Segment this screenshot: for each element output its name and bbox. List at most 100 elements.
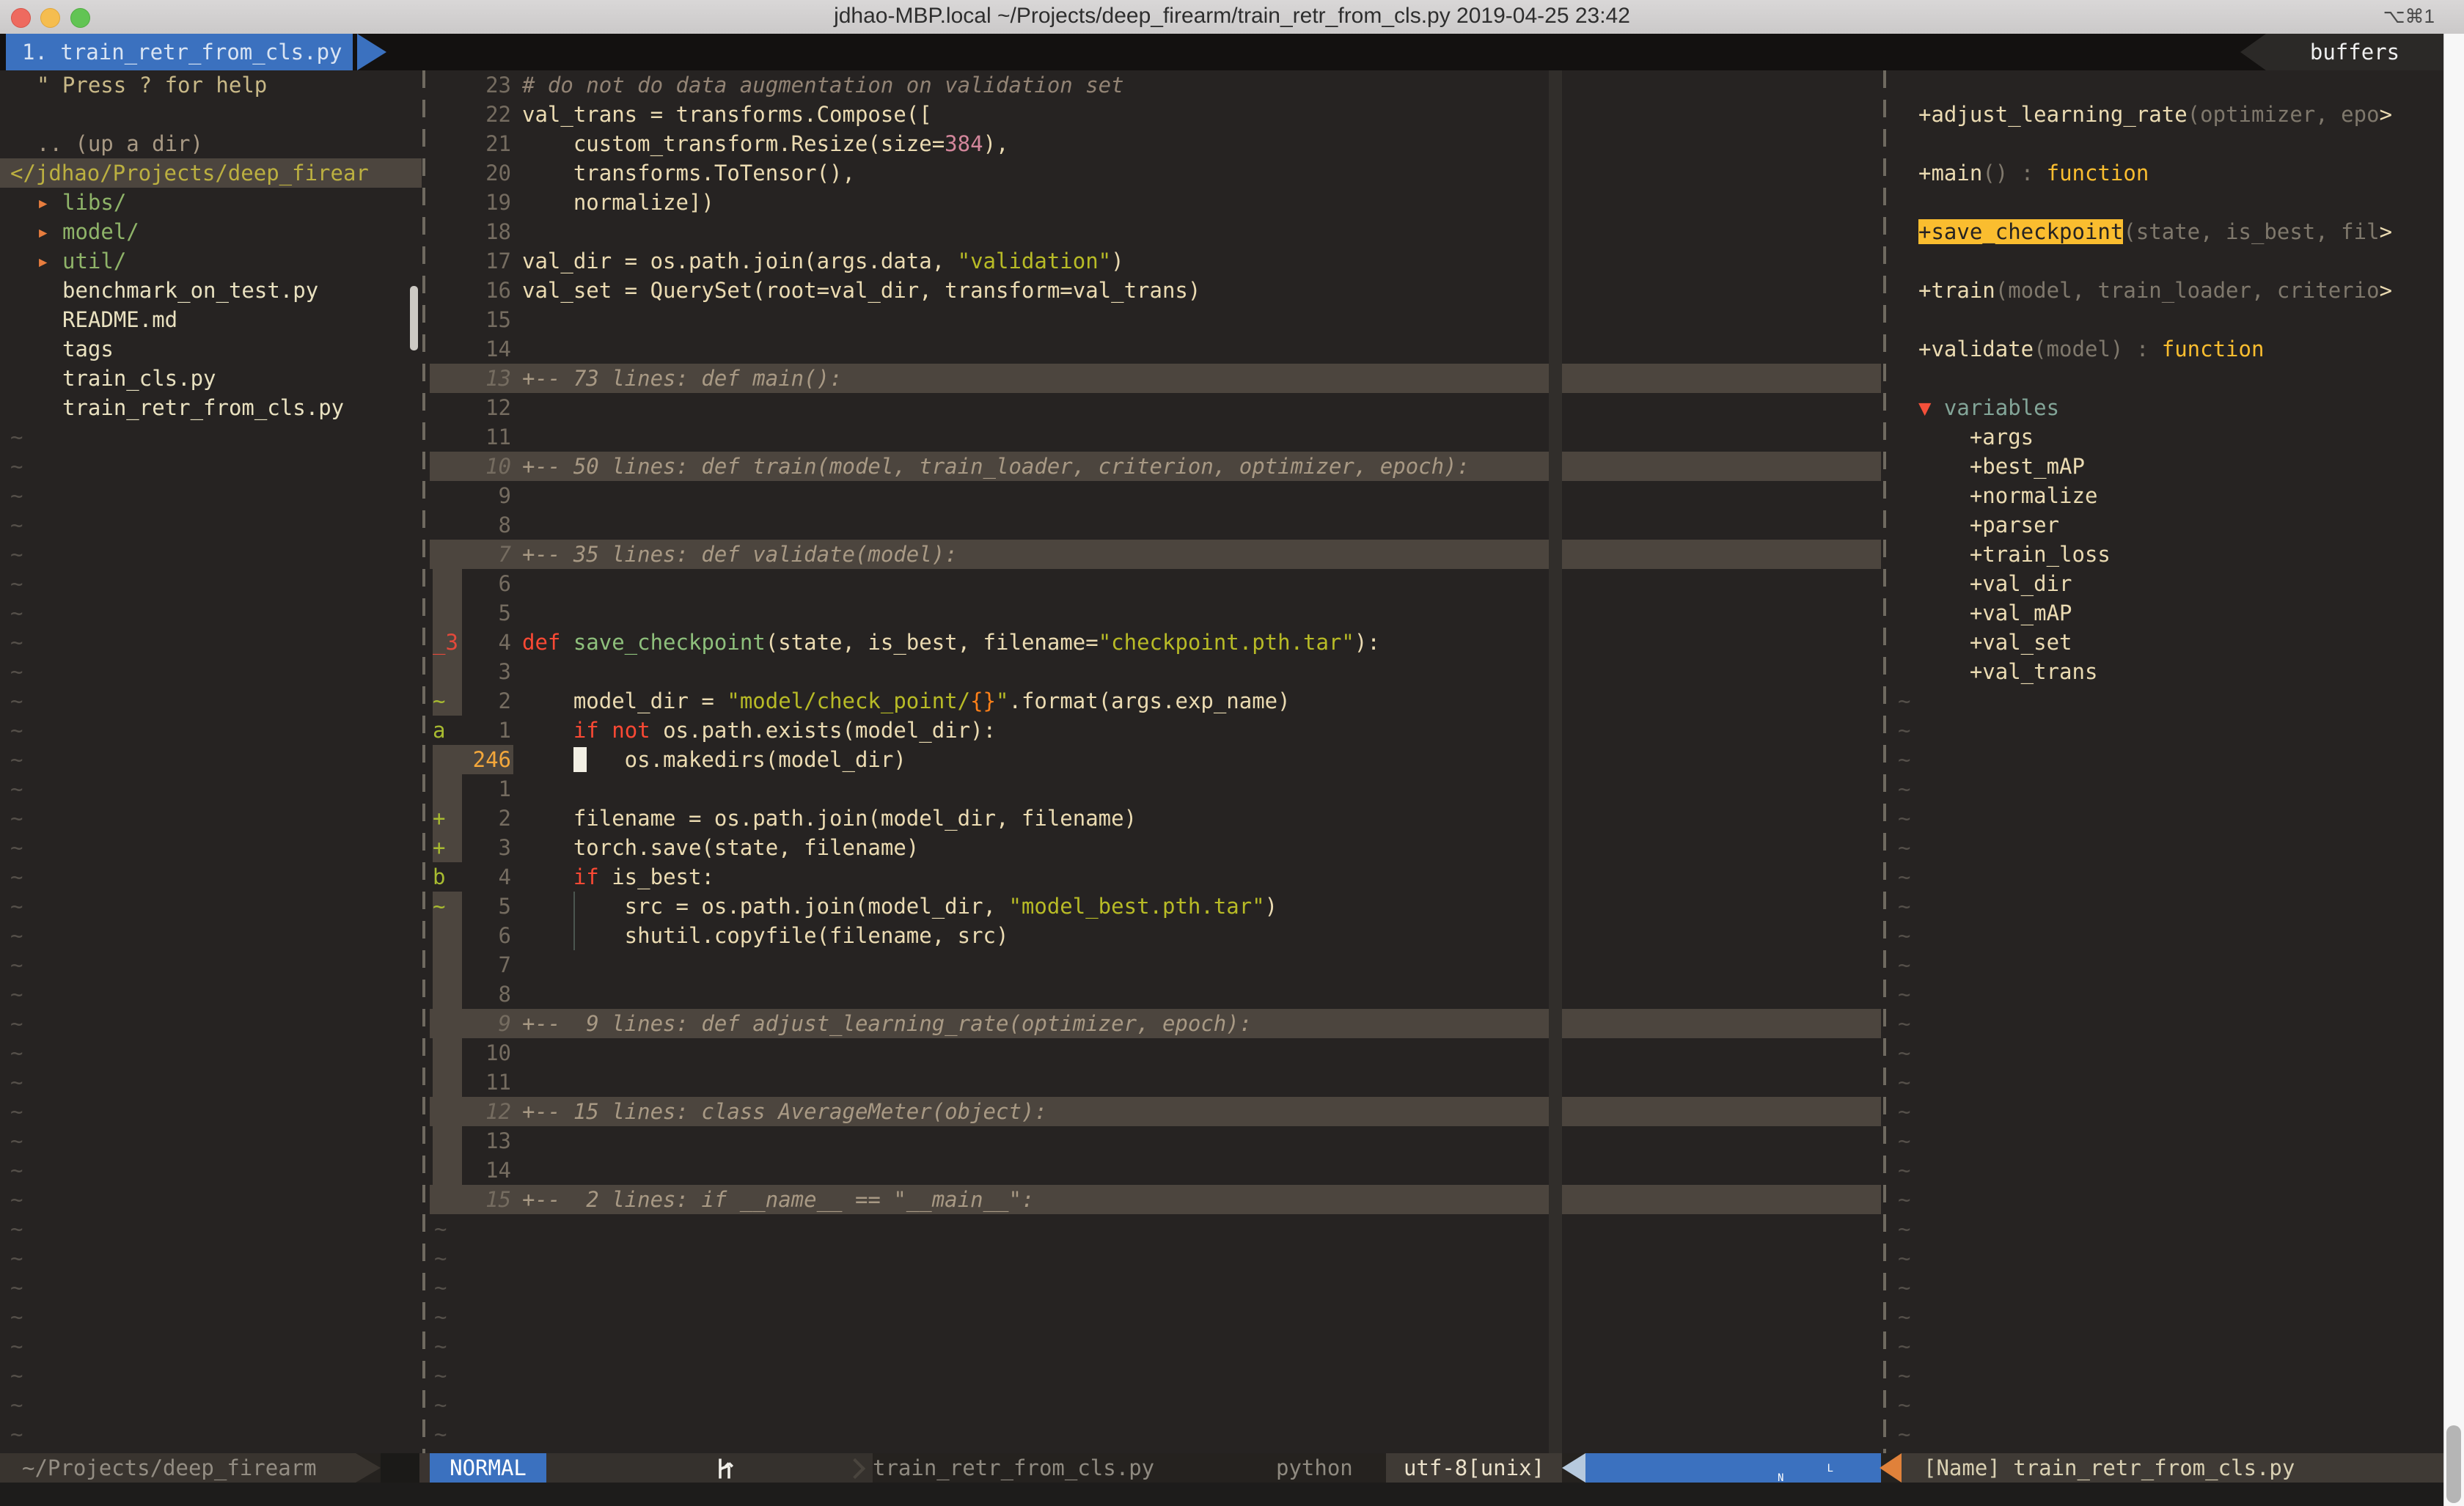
nerdtree-root-item[interactable]: </jdhao/Projects/deep_firear [10, 158, 422, 188]
code-text[interactable]: # do not do data augmentation on validat… [522, 70, 1124, 100]
code-text[interactable]: if not os.path.exists(model_dir): [522, 716, 996, 745]
code-line[interactable]: 1 [430, 774, 1881, 804]
folded-region[interactable]: 13+-- 73 lines: def main(): [430, 364, 1881, 393]
tagbar-entry[interactable]: +val_mAP [1918, 598, 2443, 628]
nerdtree-updir-item[interactable]: .. (up a dir) [37, 129, 422, 158]
tagbar-entry[interactable]: +args [1918, 422, 2443, 452]
tagbar-entry[interactable]: +best_mAP [1918, 452, 2443, 481]
code-line[interactable]: 11 [430, 422, 1881, 452]
code-line[interactable]: 14 [430, 1156, 1881, 1185]
folded-region[interactable]: 9+-- 9 lines: def adjust_learning_rate(o… [430, 1009, 1881, 1038]
nerdtree-scrollbar-thumb[interactable] [410, 286, 418, 350]
code-line[interactable]: +2 filename = os.path.join(model_dir, fi… [430, 804, 1881, 833]
code-text[interactable]: if is_best: [522, 862, 714, 892]
chevron-right-icon[interactable]: ▸ [37, 188, 49, 217]
code-line[interactable]: a1 if not os.path.exists(model_dir): [430, 716, 1881, 745]
tagbar-entry[interactable]: +train_loss [1918, 540, 2443, 569]
fold-summary-text[interactable]: +-- 2 lines: if __name__ == "__main__": [522, 1185, 1034, 1214]
code-text[interactable]: shutil.copyfile(filename, src) [522, 921, 1008, 950]
code-text[interactable]: filename = os.path.join(model_dir, filen… [522, 804, 1137, 833]
code-line[interactable]: 6 [430, 569, 1881, 598]
chevron-right-icon[interactable]: ▸ [37, 217, 49, 246]
code-line[interactable]: 9 [430, 481, 1881, 510]
code-line[interactable]: ~2 model_dir = "model/check_point/{}".fo… [430, 686, 1881, 716]
tagbar-entry[interactable]: +main() : function [1918, 158, 2443, 188]
code-line[interactable]: b4 if is_best: [430, 862, 1881, 892]
code-text[interactable]: val_trans = transforms.Compose([ [522, 100, 932, 129]
code-text[interactable]: custom_transform.Resize(size=384), [522, 129, 1008, 158]
code-line[interactable]: 6 shutil.copyfile(filename, src) [430, 921, 1881, 950]
nerdtree-item-benchmark-on-test-py[interactable]: benchmark_on_test.py [0, 276, 422, 305]
code-line[interactable]: 12 [430, 393, 1881, 422]
tab-active-file[interactable]: 1. train_retr_from_cls.py [6, 34, 353, 70]
code-line[interactable]: +3 torch.save(state, filename) [430, 833, 1881, 862]
code-line[interactable]: 14 [430, 334, 1881, 364]
code-line[interactable]: ~5 src = os.path.join(model_dir, "model_… [430, 892, 1881, 921]
code-text[interactable]: val_dir = os.path.join(args.data, "valid… [522, 246, 1124, 276]
tagbar-entry[interactable]: +validate(model) : function [1918, 334, 2443, 364]
file-label[interactable]: benchmark_on_test.py [62, 276, 318, 305]
tagbar-entry[interactable]: +parser [1918, 510, 2443, 540]
fold-summary-text[interactable]: +-- 9 lines: def adjust_learning_rate(op… [522, 1009, 1252, 1038]
code-text[interactable]: src = os.path.join(model_dir, "model_bes… [522, 892, 1277, 921]
code-line[interactable]: 5 [430, 598, 1881, 628]
chevron-right-icon[interactable]: ▸ [37, 246, 49, 276]
nerdtree-item-tags[interactable]: tags [0, 334, 422, 364]
nerdtree-item-util[interactable]: ▸ util/ [0, 246, 422, 276]
nerdtree-item-model[interactable]: ▸ model/ [0, 217, 422, 246]
scrollbar-thumb[interactable] [2446, 1425, 2461, 1503]
window-separator-left[interactable] [422, 70, 425, 1453]
directory-label[interactable]: util/ [62, 246, 126, 276]
code-text[interactable]: normalize]) [522, 188, 714, 217]
code-text[interactable]: model_dir = "model/check_point/{}".forma… [522, 686, 1291, 716]
tagbar-entry[interactable]: +save_checkpoint(state, is_best, fil> [1918, 217, 2443, 246]
code-text[interactable]: val_set = QuerySet(root=val_dir, transfo… [522, 276, 1200, 305]
buffers-label[interactable]: buffers [2266, 34, 2443, 70]
tagbar-entry[interactable]: ▼ variables [1918, 393, 2443, 422]
code-line[interactable]: 15 [430, 305, 1881, 334]
code-line[interactable]: 21 custom_transform.Resize(size=384), [430, 129, 1881, 158]
code-line[interactable]: 246 os.makedirs(model_dir) [430, 745, 1881, 774]
nerdtree-item-libs[interactable]: ▸ libs/ [0, 188, 422, 217]
code-line[interactable]: 13 [430, 1126, 1881, 1156]
nerdtree-item-train-cls-py[interactable]: train_cls.py [0, 364, 422, 393]
code-text[interactable]: torch.save(state, filename) [522, 833, 919, 862]
nerdtree-item-README-md[interactable]: README.md [0, 305, 422, 334]
file-label[interactable]: train_cls.py [62, 364, 216, 393]
code-line[interactable]: 18 [430, 217, 1881, 246]
tagbar-entry[interactable]: +val_set [1918, 628, 2443, 657]
folded-region[interactable]: 7+-- 35 lines: def validate(model): [430, 540, 1881, 569]
scrollbar-track[interactable] [2443, 34, 2464, 1506]
fold-summary-text[interactable]: +-- 15 lines: class AverageMeter(object)… [522, 1097, 1047, 1126]
code-line[interactable]: 3 [430, 657, 1881, 686]
code-line[interactable]: 20 transforms.ToTensor(), [430, 158, 1881, 188]
code-line[interactable]: 8 [430, 510, 1881, 540]
code-line[interactable]: 11 [430, 1068, 1881, 1097]
window-separator-right[interactable] [1883, 70, 1886, 1453]
code-text[interactable]: def save_checkpoint(state, is_best, file… [522, 628, 1380, 657]
code-line[interactable]: 10 [430, 1038, 1881, 1068]
nerdtree-item-train-retr-from-cls-py[interactable]: train_retr_from_cls.py [0, 393, 422, 422]
file-label[interactable]: README.md [62, 305, 177, 334]
code-line[interactable]: 7 [430, 950, 1881, 980]
fold-summary-text[interactable]: +-- 50 lines: def train(model, train_loa… [522, 452, 1470, 481]
folded-region[interactable]: 10+-- 50 lines: def train(model, train_l… [430, 452, 1881, 481]
fold-summary-text[interactable]: +-- 73 lines: def main(): [522, 364, 843, 393]
code-line[interactable]: _34def save_checkpoint(state, is_best, f… [430, 628, 1881, 657]
code-line[interactable]: 17val_dir = os.path.join(args.data, "val… [430, 246, 1881, 276]
code-line[interactable]: 22val_trans = transforms.Compose([ [430, 100, 1881, 129]
file-label[interactable]: train_retr_from_cls.py [62, 393, 344, 422]
folded-region[interactable]: 12+-- 15 lines: class AverageMeter(objec… [430, 1097, 1881, 1126]
code-line[interactable]: 19 normalize]) [430, 188, 1881, 217]
tagbar-entry[interactable]: +val_trans [1918, 657, 2443, 686]
code-line[interactable]: 16val_set = QuerySet(root=val_dir, trans… [430, 276, 1881, 305]
command-line[interactable] [0, 1483, 2443, 1506]
directory-label[interactable]: libs/ [62, 188, 126, 217]
code-line[interactable]: 8 [430, 980, 1881, 1009]
folded-region[interactable]: 15+-- 2 lines: if __name__ == "__main__"… [430, 1185, 1881, 1214]
tagbar-entry[interactable]: +train(model, train_loader, criterio> [1918, 276, 2443, 305]
code-text[interactable]: transforms.ToTensor(), [522, 158, 855, 188]
tagbar-entry[interactable]: +val_dir [1918, 569, 2443, 598]
directory-label[interactable]: model/ [62, 217, 139, 246]
tagbar-entry[interactable]: +adjust_learning_rate(optimizer, epo> [1918, 100, 2443, 129]
